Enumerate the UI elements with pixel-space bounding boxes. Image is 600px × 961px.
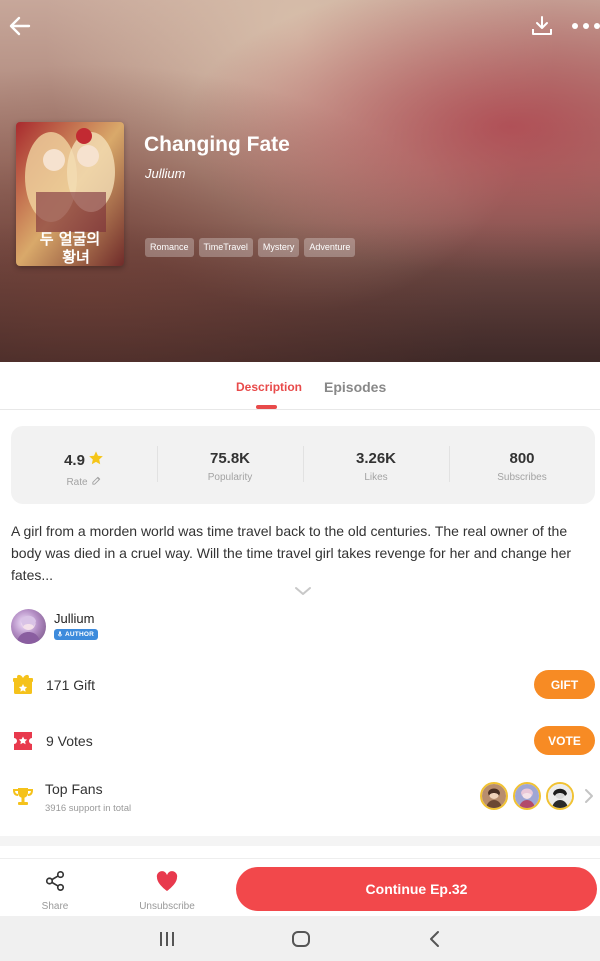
tab-description[interactable]: Description xyxy=(236,380,302,394)
gift-icon xyxy=(11,672,35,696)
author-avatar[interactable] xyxy=(11,609,46,644)
rate-value: 4.9 xyxy=(64,451,85,469)
tag-romance[interactable]: Romance xyxy=(145,238,194,257)
author-badge-label: AUTHOR xyxy=(65,631,95,638)
fan-avatar-2[interactable] xyxy=(513,782,541,810)
fan-avatar-3[interactable] xyxy=(546,782,574,810)
gift-button[interactable]: GIFT xyxy=(534,670,595,699)
comic-author[interactable]: Jullium xyxy=(145,166,185,181)
vote-button[interactable]: VOTE xyxy=(534,726,595,755)
vote-count: 9 Votes xyxy=(46,733,93,749)
more-dots-icon[interactable] xyxy=(570,10,600,42)
system-navigation-bar xyxy=(0,916,600,961)
star-icon xyxy=(88,450,104,470)
rate-label: Rate xyxy=(66,476,88,488)
unsubscribe-label: Unsubscribe xyxy=(139,901,195,912)
synopsis-text: A girl from a morden world was time trav… xyxy=(11,523,572,583)
home-icon[interactable] xyxy=(290,928,312,950)
tag-adventure[interactable]: Adventure xyxy=(304,238,356,257)
comic-title: Changing Fate xyxy=(144,133,290,156)
tab-episodes[interactable]: Episodes xyxy=(324,379,386,395)
share-icon xyxy=(44,871,66,896)
author-badge: AUTHOR xyxy=(54,629,99,640)
fan-avatar-1[interactable] xyxy=(480,782,508,810)
share-label: Share xyxy=(41,901,69,912)
author-name[interactable]: Jullium xyxy=(54,611,94,626)
stat-rate[interactable]: 4.9 Rate xyxy=(11,426,157,504)
comic-cover[interactable]: 두 얼굴의 황녀 xyxy=(16,122,124,266)
bottom-action-bar: Share Unsubscribe Continue Ep.32 xyxy=(0,858,600,916)
comic-header: 두 얼굴의 황녀 Changing Fate Jullium Romance T… xyxy=(0,0,600,362)
subscribes-value: 800 xyxy=(509,450,535,467)
arrow-left-icon[interactable] xyxy=(4,10,36,42)
microphone-icon xyxy=(57,631,63,637)
vote-ticket-icon xyxy=(11,729,35,753)
stat-popularity: 75.8K Popularity xyxy=(157,426,303,504)
genre-tags: Romance TimeTravel Mystery Adventure xyxy=(145,238,356,257)
likes-value: 3.26K xyxy=(355,450,397,467)
stat-likes: 3.26K Likes xyxy=(303,426,449,504)
section-divider xyxy=(0,836,600,846)
popularity-label: Popularity xyxy=(207,472,253,483)
svg-text:황녀: 황녀 xyxy=(62,248,90,266)
back-nav-icon[interactable] xyxy=(424,928,446,950)
active-tab-indicator xyxy=(256,405,277,409)
chevron-right-icon[interactable] xyxy=(584,788,594,804)
cover-title-art: 두 얼굴의 xyxy=(40,230,100,248)
share-button[interactable]: Share xyxy=(20,870,90,912)
top-fans-title[interactable]: Top Fans xyxy=(45,781,103,797)
heart-icon xyxy=(155,871,179,896)
top-fans-subtitle: 3916 support in total xyxy=(45,803,132,814)
download-icon[interactable] xyxy=(526,10,558,42)
tag-mystery[interactable]: Mystery xyxy=(257,238,300,257)
recent-apps-icon[interactable] xyxy=(156,928,178,950)
popularity-value: 75.8K xyxy=(209,450,251,467)
edit-pen-icon[interactable] xyxy=(91,475,102,489)
stats-panel: 4.9 Rate 75.8K Popularity 3.26K Likes 80… xyxy=(11,426,595,504)
unsubscribe-button[interactable]: Unsubscribe xyxy=(132,870,202,912)
stat-subscribes: 800 Subscribes xyxy=(449,426,595,504)
detail-tabs: Description Episodes xyxy=(0,362,600,410)
continue-reading-button[interactable]: Continue Ep.32 xyxy=(236,867,597,911)
chevron-down-icon[interactable] xyxy=(293,584,313,598)
tag-timetravel[interactable]: TimeTravel xyxy=(198,238,253,257)
trophy-icon xyxy=(11,785,35,809)
likes-label: Likes xyxy=(364,472,388,483)
gift-count: 171 Gift xyxy=(46,677,96,693)
subscribes-label: Subscribes xyxy=(497,472,547,483)
